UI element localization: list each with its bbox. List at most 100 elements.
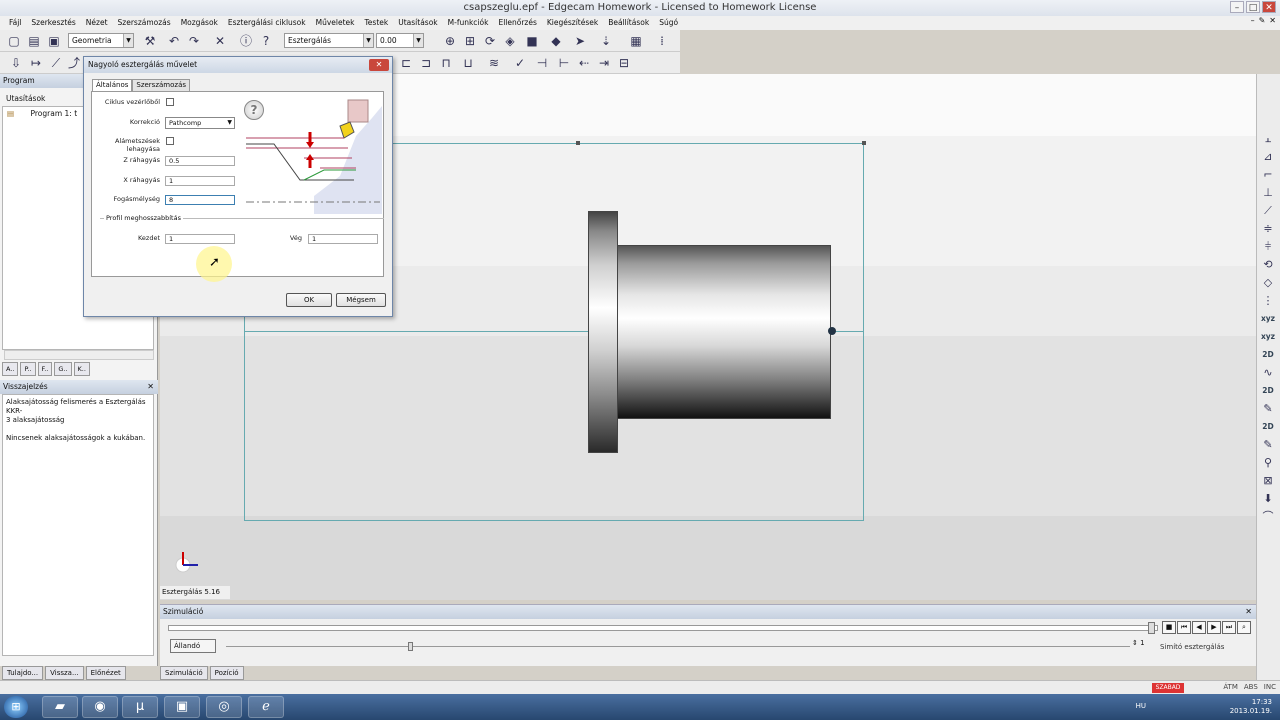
menu-edit[interactable]: Szerkesztés <box>26 16 80 30</box>
undo-icon[interactable]: ↶ <box>166 33 182 49</box>
start-input[interactable]: 1 <box>165 234 235 244</box>
menu-addins[interactable]: Kiegészítések <box>542 16 603 30</box>
grid-icon[interactable]: ▦ <box>628 33 644 49</box>
menu-solids[interactable]: Testek <box>360 16 394 30</box>
marker-icon[interactable]: ⋮ <box>1257 292 1279 310</box>
language-indicator[interactable]: HU <box>1136 702 1146 710</box>
menu-turn-cycles[interactable]: Esztergálási ciklusok <box>223 16 311 30</box>
drill-icon[interactable]: ⇥ <box>596 55 612 71</box>
menu-settings[interactable]: Beállítások <box>603 16 654 30</box>
xyz-button[interactable]: xyz <box>1257 328 1279 346</box>
menu-tooling[interactable]: Szerszámozás <box>113 16 176 30</box>
stop-icon[interactable]: ■ <box>1162 621 1176 634</box>
pane-close-icon[interactable]: ✕ <box>1245 605 1252 619</box>
mdi-close-button[interactable]: ✕ <box>1269 16 1276 25</box>
mode-combo[interactable]: Geometria ▼ <box>68 33 134 48</box>
diamond-icon[interactable]: ◇ <box>1257 274 1279 292</box>
value-combo[interactable]: 0.00 ▼ <box>376 33 424 48</box>
xyz-button[interactable]: xyz <box>1257 310 1279 328</box>
part-shaft[interactable] <box>617 245 831 419</box>
simulation-progress[interactable] <box>168 625 1158 631</box>
recorder-icon[interactable]: ◎ <box>206 696 242 718</box>
curve-icon[interactable]: ⤴ <box>66 55 82 71</box>
measure-icon[interactable]: ⚲ <box>1257 454 1279 472</box>
zoom-icon[interactable]: ⌕ <box>1237 621 1251 634</box>
simulate-icon[interactable]: ➤ <box>572 33 588 49</box>
step-spinner[interactable]: ⇕ 1 <box>1132 639 1145 647</box>
profile-icon[interactable]: ⌐ <box>1257 166 1279 184</box>
horizontal-scrollbar[interactable] <box>4 350 154 360</box>
browser-icon[interactable]: ◉ <box>82 696 118 718</box>
clock[interactable]: 17:33 2013.01.19. <box>1230 698 1272 716</box>
stock-handle[interactable] <box>862 141 866 145</box>
snap-icon[interactable]: ⊠ <box>1257 472 1279 490</box>
2d-button[interactable]: 2D <box>1257 382 1279 400</box>
tab-a[interactable]: A.. <box>2 362 19 376</box>
zoom-extents-icon[interactable]: ⊞ <box>462 33 478 49</box>
tab-position[interactable]: Pozíció <box>209 666 244 680</box>
simulation-progress-handle[interactable] <box>1148 622 1155 634</box>
start-button[interactable]: ⊞ <box>4 696 28 718</box>
menu-operations[interactable]: Műveletek <box>311 16 360 30</box>
pane-close-icon[interactable]: ✕ <box>147 380 154 394</box>
mdi-minimize-button[interactable]: – <box>1251 16 1255 25</box>
help-icon[interactable]: ? <box>244 100 264 120</box>
undercut-checkbox[interactable] <box>166 137 174 145</box>
hatch-icon[interactable]: ≑ <box>1257 220 1279 238</box>
redo-icon[interactable]: ↷ <box>186 33 202 49</box>
x-allowance-input[interactable]: 1 <box>165 176 235 186</box>
menu-view[interactable]: Nézet <box>81 16 113 30</box>
turn-cycle-icon[interactable]: ⊣ <box>534 55 550 71</box>
turn-op-4-icon[interactable]: ⊔ <box>460 55 476 71</box>
menu-moves[interactable]: Mozgások <box>176 16 223 30</box>
tab-f[interactable]: F.. <box>37 362 53 376</box>
info-icon[interactable]: ⓘ <box>238 33 254 49</box>
shaded-view-icon[interactable]: ■ <box>524 33 540 49</box>
arrow-down-icon[interactable]: ⬇ <box>1257 490 1279 508</box>
z-allowance-input[interactable]: 0.5 <box>165 156 235 166</box>
curve-tool-icon[interactable]: ⌒ <box>1257 508 1279 526</box>
solid-view-icon[interactable]: ◆ <box>548 33 564 49</box>
turn-op-2-icon[interactable]: ⊐ <box>418 55 434 71</box>
move-icon[interactable]: ⇩ <box>8 55 24 71</box>
2d-button[interactable]: 2D <box>1257 346 1279 364</box>
stock-handle[interactable] <box>576 141 580 145</box>
close-button[interactable]: ✕ <box>1262 1 1276 13</box>
menu-instructions[interactable]: Utasítások <box>393 16 442 30</box>
torrent-icon[interactable]: µ <box>122 696 158 718</box>
view-cube-icon[interactable]: ◈ <box>502 33 518 49</box>
thread-icon[interactable]: ≋ <box>486 55 502 71</box>
check-icon[interactable]: ✓ <box>512 55 528 71</box>
grid-snap-icon[interactable]: ⁞ <box>654 33 670 49</box>
mdi-restore-button[interactable]: ✎ <box>1259 16 1266 25</box>
pen-icon[interactable]: ✎ <box>1257 400 1279 418</box>
chamfer-icon[interactable]: ⟋ <box>1257 202 1279 220</box>
dialog-close-icon[interactable]: ✕ <box>369 59 389 71</box>
face-icon[interactable]: ⊿ <box>1257 148 1279 166</box>
pen-icon[interactable]: ✎ <box>1257 436 1279 454</box>
part-off-icon[interactable]: ⊟ <box>616 55 632 71</box>
play-icon[interactable]: ▶ <box>1207 621 1221 634</box>
tab-p[interactable]: P.. <box>20 362 36 376</box>
save-icon[interactable]: ▣ <box>46 33 62 49</box>
tab-preview[interactable]: Előnézet <box>85 666 126 680</box>
groove-icon[interactable]: ⊢ <box>556 55 572 71</box>
tab-k[interactable]: K.. <box>73 362 90 376</box>
menu-file[interactable]: Fájl <box>4 16 26 30</box>
part-flange[interactable] <box>588 211 618 453</box>
save-app-icon[interactable]: ▣ <box>164 696 200 718</box>
compensation-select[interactable]: Pathcomp ▼ <box>165 117 235 129</box>
cycle-icon[interactable]: ⟲ <box>1257 256 1279 274</box>
arrow-icon[interactable]: ↦ <box>28 55 44 71</box>
rewind-icon[interactable]: ⏮ <box>1177 621 1191 634</box>
maximize-button[interactable]: □ <box>1246 1 1260 13</box>
delete-icon[interactable]: ✕ <box>212 33 228 49</box>
menu-verify[interactable]: Ellenőrzés <box>493 16 541 30</box>
step-icon[interactable]: ⊥ <box>1257 184 1279 202</box>
turn-op-1-icon[interactable]: ⊏ <box>398 55 414 71</box>
menu-m-functions[interactable]: M-funkciók <box>443 16 494 30</box>
rotate-view-icon[interactable]: ⟳ <box>482 33 498 49</box>
open-folder-icon[interactable]: ▤ <box>26 33 42 49</box>
tab-simulation[interactable]: Szimuláció <box>160 666 208 680</box>
step-back-icon[interactable]: ◀ <box>1192 621 1206 634</box>
